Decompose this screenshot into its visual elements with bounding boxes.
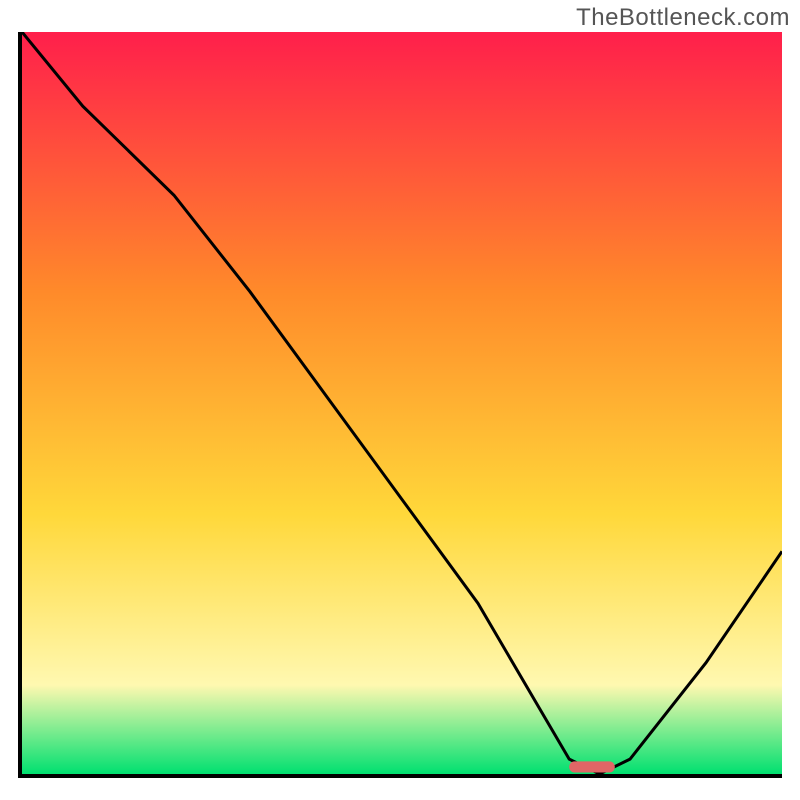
chart-svg: [22, 32, 782, 774]
chart-frame: TheBottleneck.com: [0, 0, 800, 800]
optimal-marker: [569, 761, 615, 772]
plot-area: [18, 32, 782, 778]
gradient-background: [22, 32, 782, 774]
watermark-text: TheBottleneck.com: [576, 4, 790, 32]
